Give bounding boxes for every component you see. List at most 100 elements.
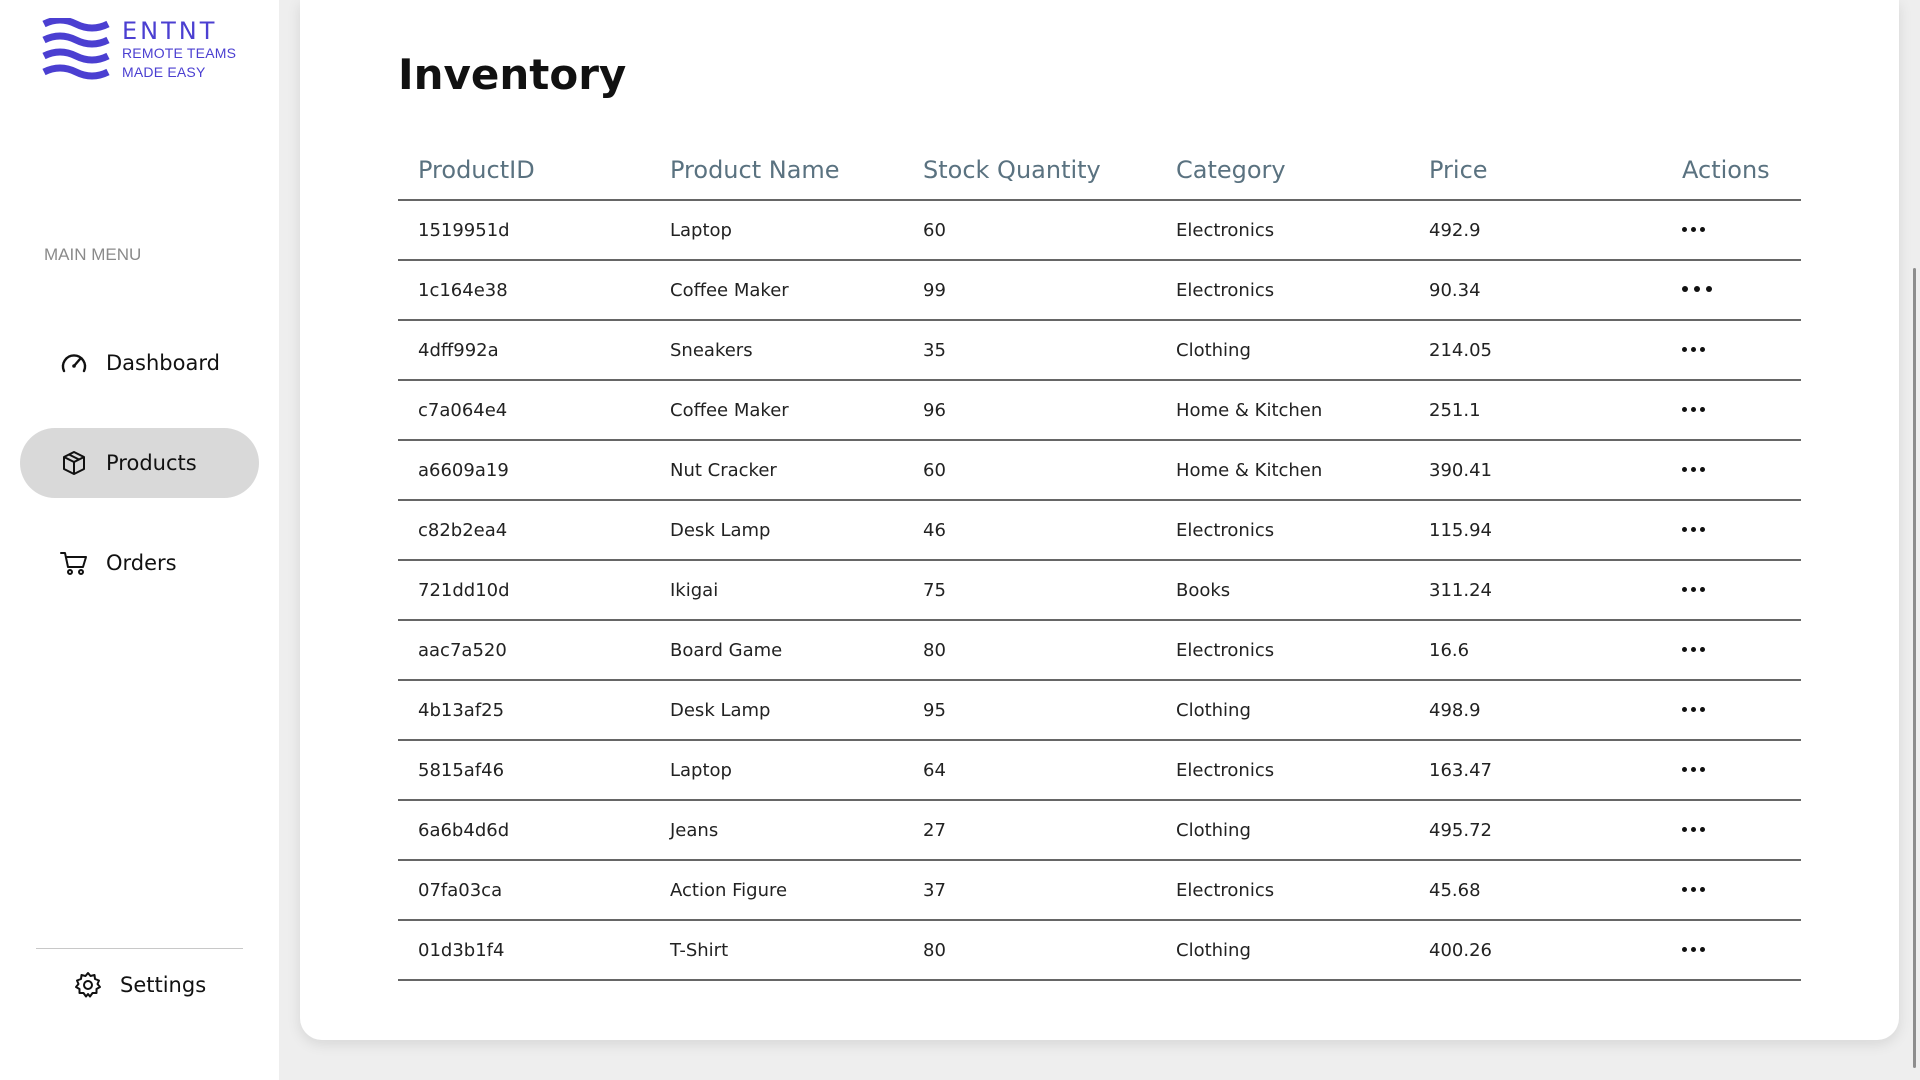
dot-icon	[1700, 826, 1705, 832]
price-cell: 495.72	[1409, 800, 1662, 861]
table-row[interactable]: 5815af46 Laptop 64 Electronics 163.47	[398, 740, 1801, 801]
table-row[interactable]: 1519951d Laptop 60 Electronics 492.9	[398, 200, 1801, 261]
page-scrollbar[interactable]	[1913, 268, 1916, 1068]
price-cell: 311.24	[1409, 560, 1662, 621]
settings-button[interactable]: Settings	[20, 950, 259, 1020]
brand-logo[interactable]: ENTNT REMOTE TEAMS MADE EASY	[42, 18, 236, 82]
more-actions-icon[interactable]	[1682, 886, 1705, 892]
category-cell: Electronics	[1156, 260, 1409, 321]
category-cell: Home & Kitchen	[1156, 440, 1409, 501]
dot-icon	[1691, 526, 1696, 532]
brand-tagline-2: MADE EASY	[122, 64, 206, 80]
more-actions-icon[interactable]	[1682, 586, 1705, 592]
table-row[interactable]: a6609a19 Nut Cracker 60 Home & Kitchen 390.4…	[398, 440, 1801, 501]
column-header-stock-quantity[interactable]: Stock Quantity	[903, 140, 1156, 201]
actions-cell	[1662, 560, 1801, 621]
more-actions-icon[interactable]	[1682, 946, 1705, 952]
stock-quantity-cell: 46	[903, 500, 1156, 561]
actions-cell	[1662, 320, 1801, 381]
dot-icon	[1706, 285, 1712, 292]
dot-icon	[1682, 406, 1687, 412]
table-row[interactable]: 07fa03ca Action Figure 37 Electronics 45.68	[398, 860, 1801, 921]
more-actions-icon[interactable]	[1682, 346, 1705, 352]
actions-cell	[1662, 260, 1801, 321]
settings-label: Settings	[120, 973, 207, 997]
actions-cell	[1662, 920, 1801, 981]
product-name-cell: Coffee Maker	[650, 380, 903, 441]
dot-icon	[1700, 526, 1705, 532]
dot-icon	[1682, 886, 1687, 892]
dot-icon	[1691, 646, 1696, 652]
more-actions-icon[interactable]	[1682, 826, 1705, 832]
table-row[interactable]: c7a064e4 Coffee Maker 96 Home & Kitchen 251.…	[398, 380, 1801, 441]
dot-icon	[1700, 886, 1705, 892]
product-name-cell: Action Figure	[650, 860, 903, 921]
brand-name: ENTNT	[122, 17, 218, 45]
column-header-product-id[interactable]: ProductID	[398, 140, 650, 201]
sidebar-divider	[36, 948, 243, 949]
product-name-cell: Laptop	[650, 740, 903, 801]
wave-logo-icon	[42, 18, 110, 80]
product-name-cell: Laptop	[650, 200, 903, 261]
price-cell: 214.05	[1409, 320, 1662, 381]
stock-quantity-cell: 80	[903, 620, 1156, 681]
column-header-category[interactable]: Category	[1156, 140, 1409, 201]
actions-cell	[1662, 620, 1801, 681]
price-cell: 163.47	[1409, 740, 1662, 801]
actions-cell	[1662, 740, 1801, 801]
actions-cell	[1662, 440, 1801, 501]
more-actions-icon[interactable]	[1682, 285, 1712, 292]
category-cell: Clothing	[1156, 680, 1409, 741]
product-name-cell: Desk Lamp	[650, 680, 903, 741]
table-header-row: ProductID Product Name Stock Quantity Ca…	[398, 140, 1801, 201]
more-actions-icon[interactable]	[1682, 466, 1705, 472]
brand-tagline-1: REMOTE TEAMS	[122, 45, 237, 61]
dot-icon	[1691, 406, 1696, 412]
sidebar-item-products[interactable]: Products	[20, 428, 259, 498]
dot-icon	[1682, 946, 1687, 952]
category-cell: Electronics	[1156, 200, 1409, 261]
more-actions-icon[interactable]	[1682, 706, 1705, 712]
product-id-cell: 1c164e38	[398, 260, 650, 321]
actions-cell	[1662, 680, 1801, 741]
table-row[interactable]: c82b2ea4 Desk Lamp 46 Electronics 115.94	[398, 500, 1801, 561]
dot-icon	[1682, 706, 1687, 712]
table-row[interactable]: 4b13af25 Desk Lamp 95 Clothing 498.9	[398, 680, 1801, 741]
more-actions-icon[interactable]	[1682, 766, 1705, 772]
product-name-cell: Sneakers	[650, 320, 903, 381]
table-row[interactable]: 1c164e38 Coffee Maker 99 Electronics 90.34	[398, 260, 1801, 321]
category-cell: Electronics	[1156, 860, 1409, 921]
column-header-product-name[interactable]: Product Name	[650, 140, 903, 201]
product-id-cell: 07fa03ca	[398, 860, 650, 921]
more-actions-icon[interactable]	[1682, 226, 1705, 232]
column-header-actions: Actions	[1662, 140, 1801, 201]
stock-quantity-cell: 37	[903, 860, 1156, 921]
price-cell: 90.34	[1409, 260, 1662, 321]
gauge-icon	[60, 349, 88, 377]
column-header-price[interactable]: Price	[1409, 140, 1662, 201]
menu-heading: MAIN MENU	[44, 245, 142, 264]
price-cell: 400.26	[1409, 920, 1662, 981]
more-actions-icon[interactable]	[1682, 526, 1705, 532]
price-cell: 115.94	[1409, 500, 1662, 561]
more-actions-icon[interactable]	[1682, 406, 1705, 412]
dot-icon	[1700, 946, 1705, 952]
table-row[interactable]: 721dd10d Ikigai 75 Books 311.24	[398, 560, 1801, 621]
sidebar-item-orders[interactable]: Orders	[20, 528, 259, 598]
product-name-cell: Jeans	[650, 800, 903, 861]
dot-icon	[1694, 285, 1700, 292]
actions-cell	[1662, 800, 1801, 861]
table-row[interactable]: aac7a520 Board Game 80 Electronics 16.6	[398, 620, 1801, 681]
dot-icon	[1682, 766, 1687, 772]
stock-quantity-cell: 96	[903, 380, 1156, 441]
actions-cell	[1662, 200, 1801, 261]
dot-icon	[1691, 346, 1696, 352]
more-actions-icon[interactable]	[1682, 646, 1705, 652]
table-row[interactable]: 01d3b1f4 T-Shirt 80 Clothing 400.26	[398, 920, 1801, 981]
category-cell: Clothing	[1156, 320, 1409, 381]
category-cell: Books	[1156, 560, 1409, 621]
table-row[interactable]: 4dff992a Sneakers 35 Clothing 214.05	[398, 320, 1801, 381]
sidebar-item-dashboard[interactable]: Dashboard	[20, 328, 259, 398]
table-row[interactable]: 6a6b4d6d Jeans 27 Clothing 495.72	[398, 800, 1801, 861]
dot-icon	[1700, 706, 1705, 712]
